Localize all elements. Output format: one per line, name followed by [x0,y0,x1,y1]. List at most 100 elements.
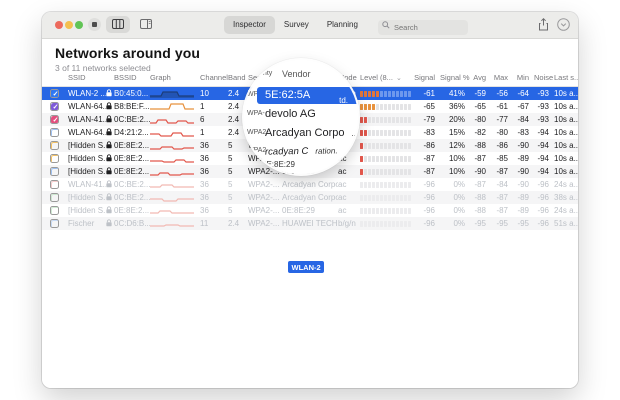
cell-max: -84 [491,180,513,189]
cell-cb: ✓ [50,115,59,124]
tab-planning[interactable]: Planning [318,16,367,34]
cell-last_seen: 10s a... [554,102,578,111]
cell-min: -67 [513,102,534,111]
cell-min: -89 [513,193,534,202]
close-window-button[interactable] [55,21,63,29]
cell-level [360,130,414,136]
table-row[interactable]: [Hidden S...0E:8E:2...365WPA2-...0E:8E:2… [42,204,578,217]
table-row[interactable]: Fischer0C:D6:B...112.4WPA2-...HUAWEI TEC… [42,217,578,230]
cell-bssid: D4:21:2... [114,128,150,137]
row-checkbox[interactable] [51,220,59,228]
column-header-max[interactable]: Max [491,73,513,82]
cell-min: -89 [513,206,534,215]
level-bar [360,169,411,175]
lock-icon [106,102,114,112]
cell-last_seen: 24s a... [554,180,578,189]
column-header-noise[interactable]: Noise [534,73,554,82]
row-checkbox[interactable] [51,129,59,137]
lock-icon [106,219,114,229]
lens-security-header: Security [247,70,272,77]
sidebar-view-button[interactable] [134,16,158,33]
cell-ssid: [Hidden S... [68,167,106,176]
level-bar [360,91,411,97]
tab-survey[interactable]: Survey [275,16,318,34]
column-header-level[interactable]: Level (8...⌄ [360,73,414,82]
cell-max: -86 [491,141,513,150]
column-header-channel[interactable]: Channel [200,73,228,82]
level-bar [360,130,411,136]
column-header-band[interactable]: Band [228,73,248,82]
row-checkbox[interactable] [51,181,59,189]
cell-mode: ac [338,193,360,202]
cell-mode: ac [338,206,360,215]
search-input[interactable] [378,20,468,35]
row-checkbox[interactable] [51,142,59,150]
lock-icon [106,180,114,190]
cell-max: -95 [491,219,513,228]
table-row[interactable]: WLAN-41...0C:BE:2...365WPA2-...Arcadyan … [42,178,578,191]
cell-vendor: Arcadyan Corporation [282,180,338,189]
more-options-button[interactable] [557,18,570,36]
cell-mode: ac [338,180,360,189]
cell-level [360,182,414,188]
table-row[interactable]: [Hidden S...0C:BE:2...365WPA2-...Arcadya… [42,191,578,204]
lens-edge-fragment: ..n [352,129,359,138]
cell-mode: b/g/n [338,219,360,228]
cell-cb [50,154,59,163]
cell-band: 5 [228,206,248,215]
stop-scan-button[interactable] [88,18,101,31]
signal-graph [150,128,200,137]
cell-level [360,91,414,97]
row-checkbox[interactable]: ✓ [51,116,59,124]
cell-bssid: 0E:8E:2... [114,206,150,215]
row-checkbox[interactable] [51,194,59,202]
column-header-signal_pct[interactable]: Signal % [440,73,470,82]
cell-signal: -61 [414,89,440,98]
lock-icon [106,154,114,164]
mode-segmented-control: Inspector Survey Planning [224,16,367,34]
row-checkbox[interactable] [51,207,59,215]
row-checkbox[interactable]: ✓ [51,103,59,111]
cell-signal: -83 [414,128,440,137]
cell-bssid: 0C:D6:B... [114,219,150,228]
cell-ssid: WLAN-41... [68,115,106,124]
cell-channel: 36 [200,193,228,202]
row-checkbox[interactable]: ✓ [51,90,59,98]
lens-vendor-entry: 0E:8E:29 [262,172,295,174]
cell-channel: 36 [200,206,228,215]
cell-bssid: 0E:8E:2... [114,141,150,150]
cell-noise: -94 [534,128,554,137]
row-checkbox[interactable] [51,168,59,176]
table-view-button[interactable] [106,16,130,33]
cell-ssid: WLAN-64... [68,102,106,111]
zoom-window-button[interactable] [75,21,83,29]
minimize-window-button[interactable] [65,21,73,29]
cell-band: 5 [228,154,248,163]
cell-last_seen: 10s a... [554,141,578,150]
lens-security-fragment: WPA- [247,110,265,117]
column-header-graph[interactable]: Graph [150,73,200,82]
cell-avg: -88 [470,141,491,150]
cell-min: -64 [513,89,534,98]
share-button[interactable] [538,18,549,36]
cell-signal: -65 [414,102,440,111]
column-header-last_seen[interactable]: Last s... [554,73,578,82]
lens-security-fragment: WPA2 [247,147,266,154]
column-header-signal[interactable]: Signal [414,73,440,82]
lens-vendor-entry: Arcadyan Corpo..n [265,127,358,139]
column-header-bssid[interactable]: BSSID [114,73,150,82]
app-window: Inspector Survey Planning Networks aroun… [42,12,578,388]
cell-last_seen: 10s a... [554,89,578,98]
column-header-ssid[interactable]: SSID [68,73,106,82]
column-header-avg[interactable]: Avg [470,73,491,82]
column-header-min[interactable]: Min [513,73,534,82]
cell-signal: -96 [414,193,440,202]
cell-noise: -96 [534,219,554,228]
cell-bssid: B8:BE:F... [114,102,150,111]
sort-chevron-icon: ⌄ [396,75,402,82]
cell-cb [50,167,59,176]
tab-inspector[interactable]: Inspector [224,16,275,34]
cell-cb [50,141,59,150]
row-checkbox[interactable] [51,155,59,163]
lock-icon [106,89,114,99]
